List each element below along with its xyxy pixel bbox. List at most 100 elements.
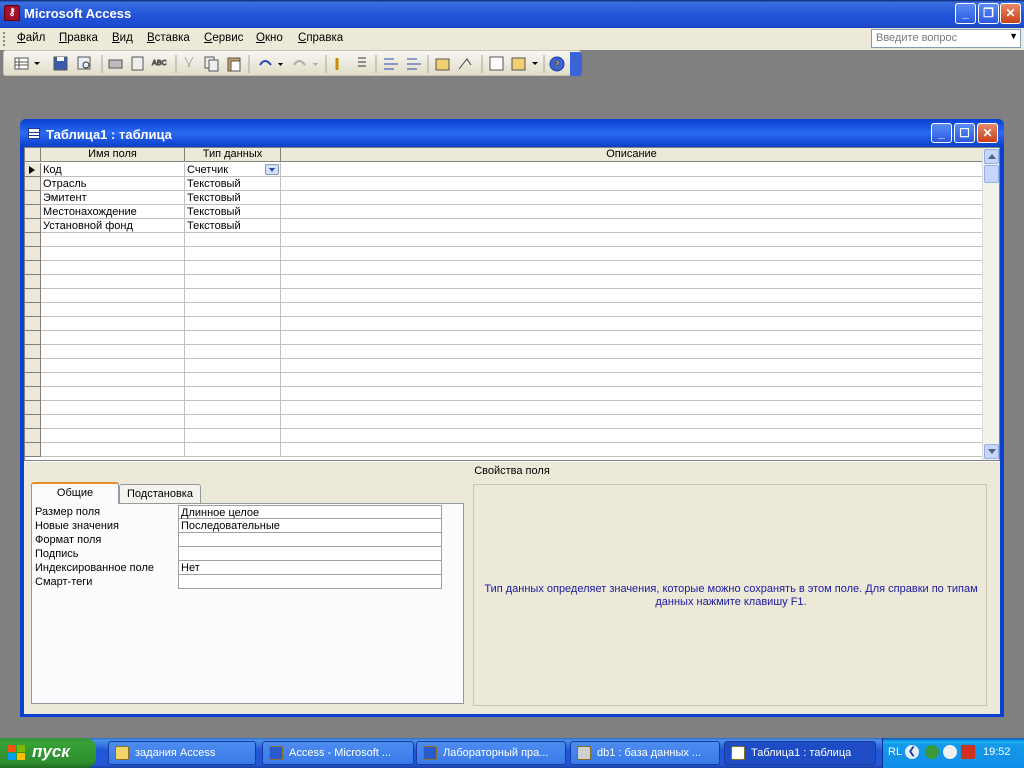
property-value-field[interactable]: Длинное целое xyxy=(178,505,442,519)
table-row[interactable] xyxy=(25,415,983,429)
menu-view[interactable]: Вид xyxy=(112,32,133,44)
row-selector[interactable] xyxy=(25,331,41,345)
description-cell[interactable] xyxy=(281,289,983,303)
row-selector[interactable] xyxy=(25,303,41,317)
menu-edit[interactable]: Правка xyxy=(59,32,98,44)
description-cell[interactable] xyxy=(281,247,983,261)
table-row[interactable] xyxy=(25,443,983,457)
row-selector[interactable] xyxy=(25,359,41,373)
minimize-button[interactable]: _ xyxy=(955,3,976,24)
description-cell[interactable] xyxy=(281,415,983,429)
description-cell[interactable] xyxy=(281,205,983,219)
data-type-cell[interactable]: Текстовый xyxy=(185,191,281,205)
description-cell[interactable] xyxy=(281,177,983,191)
table-row[interactable] xyxy=(25,331,983,345)
row-selector[interactable] xyxy=(25,163,41,177)
scroll-thumb[interactable] xyxy=(984,165,999,183)
data-type-cell[interactable]: Текстовый xyxy=(185,177,281,191)
field-name-cell[interactable] xyxy=(41,303,185,317)
tab-lookup[interactable]: Подстановка xyxy=(119,484,201,504)
field-name-cell[interactable]: Эмитент xyxy=(41,191,185,205)
description-cell[interactable] xyxy=(281,191,983,205)
field-name-cell[interactable]: Местонахождение xyxy=(41,205,185,219)
field-name-cell[interactable] xyxy=(41,401,185,415)
description-cell[interactable] xyxy=(281,373,983,387)
data-type-cell[interactable] xyxy=(185,275,281,289)
data-type-cell[interactable]: Текстовый xyxy=(185,219,281,233)
field-name-cell[interactable]: Отрасль xyxy=(41,177,185,191)
child-close-button[interactable]: ✕ xyxy=(977,123,998,143)
description-cell[interactable] xyxy=(281,429,983,443)
menu-file[interactable]: Файл xyxy=(17,32,45,44)
property-value-field[interactable] xyxy=(178,533,442,547)
field-name-cell[interactable] xyxy=(41,331,185,345)
child-minimize-button[interactable]: _ xyxy=(931,123,952,143)
access-key-icon[interactable]: ⚷ xyxy=(4,5,20,21)
task-access-microsoft[interactable]: Access - Microsoft ... xyxy=(262,741,414,765)
field-name-cell[interactable] xyxy=(41,275,185,289)
data-type-cell[interactable]: Текстовый xyxy=(185,205,281,219)
data-type-cell[interactable] xyxy=(185,443,281,457)
property-value-field[interactable] xyxy=(178,575,442,589)
task-access-assignments[interactable]: задания Access xyxy=(108,741,256,765)
data-type-cell[interactable] xyxy=(185,331,281,345)
field-name-cell[interactable]: Код xyxy=(41,163,185,177)
table-row[interactable]: Эмитент Текстовый xyxy=(25,191,983,205)
field-name-cell[interactable] xyxy=(41,429,185,443)
menu-insert[interactable]: Вставка xyxy=(147,32,190,44)
description-cell[interactable] xyxy=(281,401,983,415)
field-name-cell[interactable] xyxy=(41,387,185,401)
field-name-cell[interactable] xyxy=(41,233,185,247)
field-name-cell[interactable] xyxy=(41,443,185,457)
description-cell[interactable] xyxy=(281,345,983,359)
table-row[interactable] xyxy=(25,401,983,415)
header-description[interactable]: Описание xyxy=(281,148,983,162)
menu-help[interactable]: Справка xyxy=(298,32,343,44)
field-name-cell[interactable] xyxy=(41,415,185,429)
data-type-cell[interactable] xyxy=(185,247,281,261)
description-cell[interactable] xyxy=(281,317,983,331)
description-cell[interactable] xyxy=(281,359,983,373)
scroll-up-button[interactable] xyxy=(984,149,999,164)
toolbar-options-button[interactable] xyxy=(570,52,582,76)
row-selector[interactable] xyxy=(25,275,41,289)
header-field-name[interactable]: Имя поля xyxy=(41,148,185,162)
row-selector[interactable] xyxy=(25,443,41,457)
field-name-cell[interactable] xyxy=(41,317,185,331)
row-selector[interactable] xyxy=(25,191,41,205)
description-cell[interactable] xyxy=(281,163,983,177)
menu-tools[interactable]: Сервис xyxy=(204,32,243,44)
table-row[interactable] xyxy=(25,345,983,359)
row-selector[interactable] xyxy=(25,261,41,275)
description-cell[interactable] xyxy=(281,443,983,457)
scroll-down-button[interactable] xyxy=(984,444,999,459)
description-cell[interactable] xyxy=(281,275,983,289)
table-window-titlebar[interactable]: Таблица1 : таблица _ ☐ ✕ xyxy=(20,119,1004,147)
row-selector[interactable] xyxy=(25,345,41,359)
row-selector[interactable] xyxy=(25,373,41,387)
network-icon[interactable] xyxy=(925,745,939,759)
row-selector[interactable] xyxy=(25,317,41,331)
description-cell[interactable] xyxy=(281,219,983,233)
grid-vertical-scrollbar[interactable] xyxy=(982,148,999,460)
description-cell[interactable] xyxy=(281,233,983,247)
field-name-cell[interactable] xyxy=(41,261,185,275)
task-lab-work[interactable]: Лабораторный пра... xyxy=(416,741,566,765)
language-indicator[interactable]: RL xyxy=(888,746,902,758)
field-name-cell[interactable] xyxy=(41,359,185,373)
table-row[interactable] xyxy=(25,275,983,289)
row-selector[interactable] xyxy=(25,205,41,219)
data-type-cell[interactable] xyxy=(185,289,281,303)
grid-corner[interactable] xyxy=(25,148,41,162)
row-selector[interactable] xyxy=(25,219,41,233)
field-name-cell[interactable]: Установной фонд xyxy=(41,219,185,233)
property-value-field[interactable]: Нет xyxy=(178,561,442,575)
table-row[interactable] xyxy=(25,373,983,387)
field-name-cell[interactable] xyxy=(41,247,185,261)
task-table1[interactable]: Таблица1 : таблица xyxy=(724,741,876,765)
menu-window[interactable]: Окно xyxy=(256,32,283,44)
header-data-type[interactable]: Тип данных xyxy=(185,148,281,162)
row-selector[interactable] xyxy=(25,387,41,401)
table-row[interactable] xyxy=(25,289,983,303)
menubar-grip[interactable] xyxy=(3,32,6,46)
